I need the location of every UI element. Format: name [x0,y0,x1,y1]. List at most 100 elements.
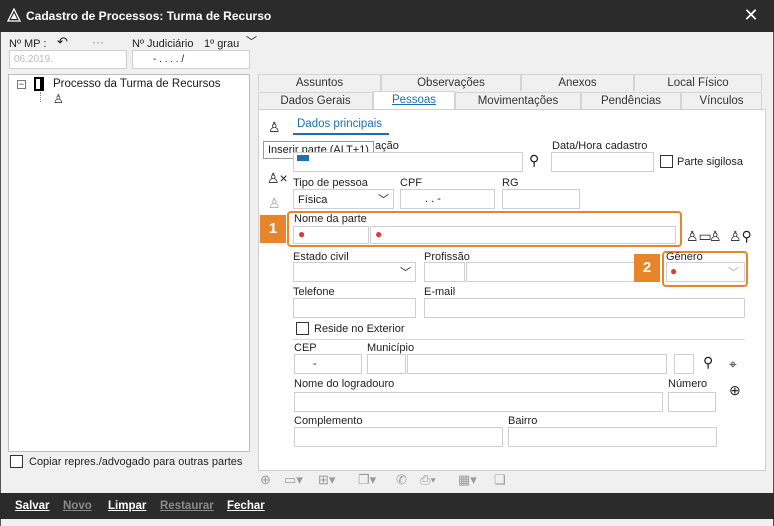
salvar-button[interactable]: Salvar [15,500,50,512]
tab-movimentacoes[interactable]: Movimentações [455,92,581,109]
estado-civil-select[interactable]: ﹀ [293,262,416,282]
profissao-input[interactable] [466,262,658,282]
add-person-icon[interactable]: ♙ [268,119,281,136]
chevron-down-icon[interactable]: ﹀ [246,33,257,49]
parte-sigilosa-label: Parte sigilosa [677,156,744,168]
tree-line [40,92,41,102]
tree-root-label[interactable]: Processo da Turma de Recursos [53,78,220,90]
rg-input[interactable] [502,189,580,209]
email-input[interactable] [424,298,745,318]
collapse-icon[interactable]: − [17,80,26,89]
municipio-input[interactable] [407,354,667,374]
cep-input[interactable]: - [294,354,362,374]
required-dot: ● [670,264,678,278]
rg-label: RG [502,177,519,189]
subtab-underline [293,133,389,135]
judiciario-input[interactable]: - . . . . / [132,50,250,69]
person-card-icon[interactable]: ♙▭ [686,228,712,245]
telefone-label: Telefone [293,286,335,298]
judiciario-label: Nº Judiciário [132,38,194,50]
tab-pessoas[interactable]: Pessoas [373,91,455,110]
email-label: E-mail [424,286,456,298]
required-dot: ● [375,227,383,241]
chevron-down-icon: ﹀ [728,267,739,279]
tab-dados-gerais[interactable]: Dados Gerais [258,92,373,109]
close-icon[interactable]: ✕ [740,4,762,26]
print-icon[interactable]: ⎙▾ [420,472,436,488]
restaurar-button[interactable]: Restaurar [160,500,214,512]
process-tree: − Processo da Turma de Recursos ♙ [8,74,250,452]
reside-exterior-checkbox[interactable] [296,322,309,335]
numero-label: Número [668,378,708,390]
nome-prefix-input[interactable]: ● [293,226,369,244]
nome-parte-input[interactable]: ● [370,226,676,244]
subtab-dados-principais[interactable]: Dados principais [297,118,382,130]
data-hora-label: Data/Hora cadastro [552,140,648,152]
logradouro-input[interactable] [294,392,663,412]
nome-parte-label: Nome da parte [294,213,367,225]
badge-2: 2 [634,254,660,282]
remove-person-icon[interactable]: ♙× [267,170,288,187]
telefone-input[interactable] [293,298,416,318]
tipo-pessoa-label: Tipo de pessoa [293,177,368,189]
fechar-button[interactable]: Fechar [227,500,265,512]
folder-icon[interactable]: ▭▾ [284,472,303,488]
limpar-button[interactable]: Limpar [108,500,146,512]
app-logo-icon [6,7,22,25]
logradouro-label: Nome do logradouro [294,378,395,390]
chevron-down-icon: ﹀ [378,194,389,206]
bairro-input[interactable] [508,427,717,447]
cpf-label: CPF [400,177,422,189]
complemento-input[interactable] [294,427,503,447]
tab-local-fisico[interactable]: Local Físico [634,74,762,91]
window-title: Cadastro de Processos: Turma de Recurso [26,9,272,23]
person-search-icon[interactable]: ♙⚲ [729,228,752,245]
profissao-code-input[interactable] [424,262,465,282]
phone-icon[interactable]: ✆ [396,472,407,488]
undo-icon[interactable]: ↶ [57,34,68,50]
person-list-icon[interactable]: ♙ [709,228,722,245]
search-icon[interactable]: ⚲ [703,354,713,371]
qualificacao-label: ação [375,140,399,152]
title-bar: Cadastro de Processos: Turma de Recurso … [0,0,774,32]
search-icon[interactable]: ⚲ [529,152,539,169]
tab-assuntos[interactable]: Assuntos [258,74,381,91]
tab-observacoes[interactable]: Observações [381,74,521,91]
divider [293,339,745,340]
uf-input[interactable] [674,354,694,374]
folder-icon [34,77,44,91]
tab-vinculos[interactable]: Vínculos [681,92,762,109]
data-hora-input[interactable] [551,152,654,172]
copy-checkbox[interactable] [10,455,23,468]
add-address-icon[interactable]: ⊕ [729,382,741,399]
tab-pendencias[interactable]: Pendências [581,92,681,109]
tab-anexos[interactable]: Anexos [521,74,634,91]
genero-select[interactable]: ● ﹀ [666,262,745,282]
required-dot: ● [298,227,306,241]
calendar-icon[interactable]: ▦▾ [458,472,477,488]
grau-select[interactable]: 1º grau [204,38,239,50]
numero-input[interactable] [668,392,716,412]
location-search-icon[interactable]: ⌖ [729,356,737,373]
qualificacao-input[interactable] [293,152,523,172]
copy-icon[interactable]: ❐▾ [358,472,376,488]
tipo-pessoa-select[interactable]: Física ﹀ [293,189,394,209]
bottom-bar: Salvar Novo Limpar Restaurar Fechar [0,493,774,519]
document-icon[interactable]: ❏ [494,472,506,488]
cep-label: CEP [294,342,317,354]
novo-button[interactable]: Novo [63,500,92,512]
municipio-code-input[interactable] [367,354,406,374]
chevron-down-icon: ﹀ [400,267,411,279]
bairro-label: Bairro [508,415,538,427]
action-toolbar: ⊕ ▭▾ ⊞▾ ❐▾ ✆ ⎙▾ ▦▾ ❏ [258,472,518,490]
complemento-label: Complemento [294,415,363,427]
search-person-icon[interactable]: ♙ [268,195,281,212]
mp-input[interactable]: 06.2019. [9,50,127,69]
add-icon[interactable]: ⊕ [260,472,271,488]
person-icon[interactable]: ♙ [53,92,64,106]
cpf-input[interactable]: . . - [400,189,495,209]
more-icon[interactable]: ··· [92,35,104,49]
parte-sigilosa-checkbox[interactable] [660,155,673,168]
tree-icon[interactable]: ⊞▾ [318,472,335,488]
badge-1: 1 [260,215,286,243]
